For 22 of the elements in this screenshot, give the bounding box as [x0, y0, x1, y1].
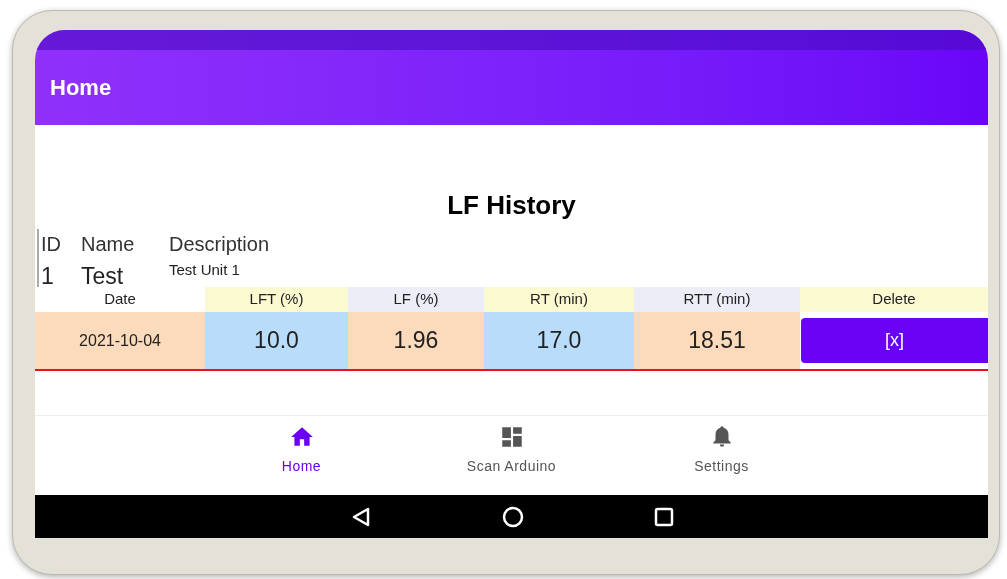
column-label: ID — [41, 232, 62, 257]
nav-tab[interactable]: Home — [226, 424, 377, 495]
unit-value: Test Unit 1 — [169, 260, 241, 280]
app-bar-title: Home — [50, 74, 112, 102]
square-icon — [653, 506, 674, 527]
delete-button[interactable]: [x] — [801, 318, 988, 363]
nav-tab[interactable]: Scan Arduino — [436, 424, 587, 495]
column-header: Delete — [800, 287, 988, 312]
column-header: LFT (%) — [205, 287, 348, 312]
column-header: RTT (min) — [634, 287, 800, 312]
column-header: RT (min) — [484, 287, 634, 312]
column-header: LF (%) — [348, 287, 484, 312]
table-cell: 2021-10-04 — [35, 312, 205, 369]
table-cell: 18.51 — [634, 312, 800, 369]
column-label: Name — [81, 232, 136, 257]
table-cell: 17.0 — [484, 312, 634, 369]
table-cell: 10.0 — [205, 312, 348, 369]
page-heading: LF History — [447, 189, 576, 222]
home-circle-icon — [501, 505, 524, 528]
column-label: Description — [169, 232, 271, 257]
table-cell: 1.96 — [348, 312, 484, 369]
nav-tab[interactable]: Settings — [646, 424, 797, 495]
